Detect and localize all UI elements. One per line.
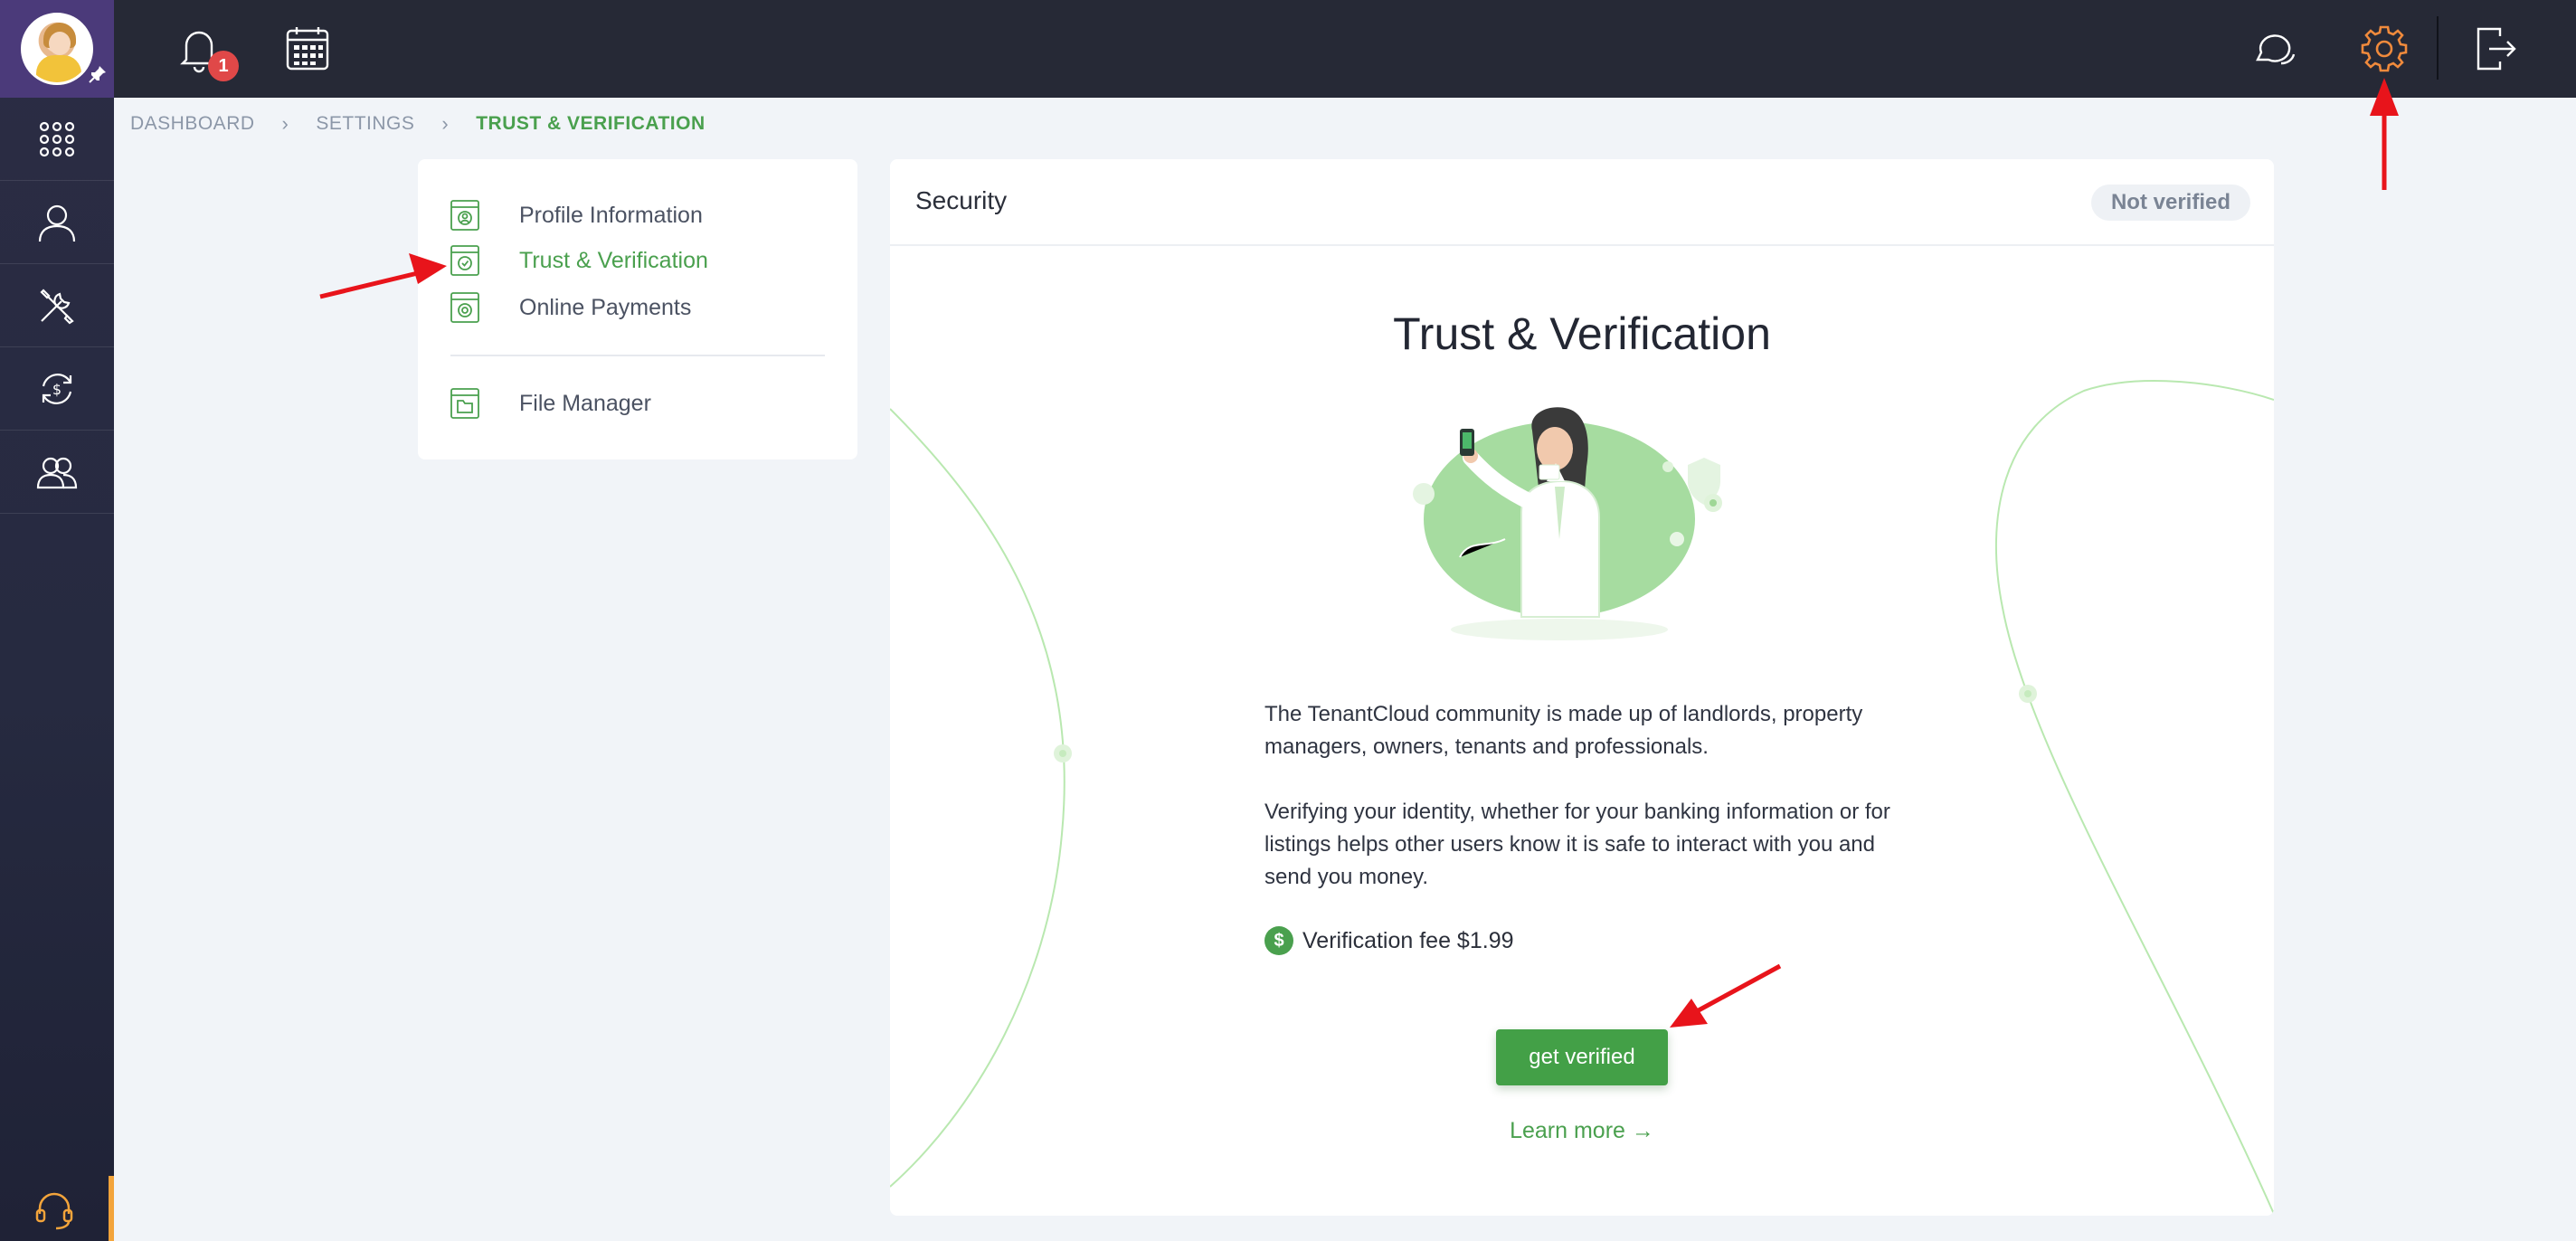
top-bar: 1 (114, 0, 2576, 98)
user-icon (38, 204, 76, 242)
notification-badge[interactable]: 1 (208, 51, 239, 81)
description-paragraph: Verifying your identity, whether for you… (1264, 800, 1890, 889)
menu-item-label: Trust & Verification (519, 247, 708, 273)
breadcrumb-current: TRUST & VERIFICATION (476, 113, 706, 134)
breadcrumb-separator: › (441, 112, 450, 135)
settings-gear-icon[interactable] (2359, 24, 2410, 74)
chat-icon[interactable] (2250, 24, 2301, 74)
user-profile-area[interactable] (0, 0, 114, 98)
menu-item-profile-information[interactable]: Profile Information (450, 195, 830, 235)
learn-more-link[interactable]: Learn more → (890, 1118, 2274, 1144)
dollar-icon: $ (1264, 926, 1293, 955)
verification-illustration (1413, 407, 1722, 640)
menu-divider (450, 355, 825, 356)
payments-icon (450, 292, 479, 323)
left-sidebar: $ (0, 0, 114, 1241)
menu-item-label: Online Payments (519, 294, 692, 320)
sidebar-item-contacts[interactable] (0, 431, 114, 514)
description-paragraph: The TenantCloud community is made up of … (1264, 702, 1863, 759)
fee-label: Verification fee $1.99 (1302, 927, 1514, 953)
folder-icon (450, 388, 479, 419)
avatar[interactable] (21, 13, 93, 85)
transactions-icon: $ (42, 373, 72, 404)
panel-header: Security Not verified (890, 159, 2274, 246)
menu-item-file-manager[interactable]: File Manager (450, 384, 830, 423)
profile-icon (450, 200, 479, 231)
logout-icon[interactable] (2469, 24, 2520, 74)
calendar-icon[interactable] (282, 24, 333, 74)
breadcrumb-separator: › (281, 112, 289, 135)
breadcrumb-dashboard[interactable]: DASHBOARD (130, 113, 255, 135)
breadcrumb: DASHBOARD › SETTINGS › TRUST & VERIFICAT… (130, 110, 706, 137)
sidebar-item-apps[interactable] (0, 98, 114, 181)
svg-text:$: $ (52, 381, 62, 398)
sidebar-item-profile[interactable] (0, 181, 114, 264)
tools-icon (40, 288, 74, 324)
status-badge: Not verified (2090, 185, 2250, 221)
security-panel: Security Not verified Trust & Verificati… (890, 159, 2274, 1216)
menu-item-online-payments[interactable]: Online Payments (450, 288, 830, 327)
panel-title: Security (915, 186, 1008, 214)
menu-item-trust-verification[interactable]: Trust & Verification (450, 241, 830, 280)
breadcrumb-settings[interactable]: SETTINGS (316, 113, 414, 135)
menu-item-label: Profile Information (519, 202, 703, 228)
headset-icon (35, 1192, 73, 1230)
sidebar-item-accounting[interactable]: $ (0, 347, 114, 431)
settings-menu: Profile Information Trust & Verification… (418, 159, 857, 459)
sidebar-item-maintenance[interactable] (0, 264, 114, 347)
hero-title: Trust & Verification (1393, 308, 1771, 359)
contacts-icon (36, 457, 78, 488)
get-verified-button[interactable]: get verified (1496, 1029, 1668, 1085)
verification-fee: $ Verification fee $1.99 (1264, 926, 1514, 955)
shield-check-icon (450, 245, 479, 276)
apps-grid-icon (39, 121, 75, 156)
menu-item-label: File Manager (519, 390, 651, 416)
topbar-divider (2437, 16, 2439, 80)
support-button[interactable] (0, 1176, 114, 1241)
pin-icon[interactable] (87, 63, 109, 85)
